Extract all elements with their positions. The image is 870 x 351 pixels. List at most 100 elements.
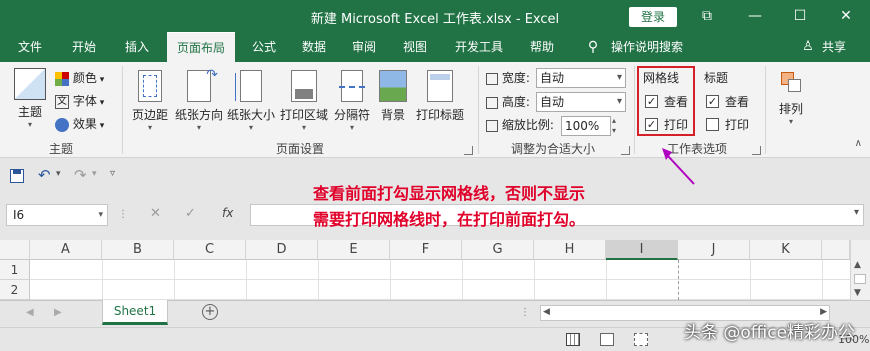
column-header[interactable]: C (174, 240, 246, 260)
sheet-tab[interactable]: Sheet1 (102, 300, 168, 325)
collapse-ribbon-icon[interactable]: ∧ (855, 138, 862, 149)
column-header-selected[interactable]: I (606, 240, 678, 260)
column-header[interactable]: B (102, 240, 174, 260)
tab-formulas[interactable]: 公式 (242, 32, 286, 62)
save-icon[interactable] (10, 169, 24, 183)
scroll-left-icon[interactable]: ◀ (543, 307, 550, 317)
orientation-button[interactable]: ↷ 纸张方向 ▾ (173, 67, 225, 132)
ribbon-display-icon[interactable]: ⧉ (687, 4, 727, 28)
scroll-down-icon[interactable]: ▼ (854, 288, 861, 298)
gridlines-view-checkbox[interactable]: ✓ 查看 (645, 92, 688, 112)
background-button[interactable]: 背景 (375, 70, 411, 123)
column-header[interactable]: H (534, 240, 606, 260)
minimize-icon[interactable]: — (735, 4, 775, 28)
themes-icon (14, 68, 46, 100)
tab-data[interactable]: 数据 (292, 32, 336, 62)
next-sheet-icon[interactable]: ▶ (54, 307, 62, 318)
width-label-row: 宽度: (486, 68, 530, 88)
width-dropdown[interactable]: 自动 ▾ (536, 68, 626, 88)
tab-review[interactable]: 审阅 (342, 32, 386, 62)
tab-insert[interactable]: 插入 (115, 32, 159, 62)
themes-button[interactable]: 主题 ▾ (8, 68, 52, 129)
scale-spinner[interactable]: ▴ ▾ (612, 116, 624, 136)
ribbon-tabs: 文件 开始 插入 页面布局 公式 数据 审阅 视图 开发工具 帮助 ⚲ 操作说明… (0, 32, 870, 62)
scroll-thumb[interactable] (854, 274, 866, 284)
arrange-button[interactable]: 排列 ▾ (774, 70, 808, 126)
gridline (318, 260, 319, 300)
gridline (390, 260, 391, 300)
tab-help[interactable]: 帮助 (520, 32, 564, 62)
row-header[interactable]: 2 (0, 280, 30, 300)
headings-print-checkbox[interactable]: 打印 (706, 115, 749, 135)
chevron-down-icon[interactable]: ▾ (854, 207, 859, 218)
column-header[interactable]: G (462, 240, 534, 260)
height-label: 高度: (501, 95, 530, 109)
spreadsheet-grid[interactable]: A B C D E F G H I J K 1 2 (0, 240, 850, 300)
tab-view[interactable]: 视图 (393, 32, 437, 62)
tab-page-layout[interactable]: 页面布局 (167, 32, 235, 62)
margins-icon (138, 70, 162, 102)
print-titles-button[interactable]: 打印标题 (414, 70, 466, 123)
enter-icon[interactable]: ✓ (185, 206, 196, 221)
scale-launcher-icon[interactable] (621, 146, 630, 155)
redo-icon[interactable]: ↷ (74, 166, 87, 184)
column-header[interactable]: J (678, 240, 750, 260)
breaks-button[interactable]: 分隔符 ▾ (331, 70, 373, 132)
divider (765, 66, 766, 154)
tab-file[interactable]: 文件 (8, 32, 52, 62)
column-header[interactable]: K (750, 240, 822, 260)
vertical-scrollbar[interactable]: ▲ ▼ (850, 240, 870, 300)
scroll-right-icon[interactable]: ▶ (820, 307, 827, 317)
customize-qat-icon[interactable]: ▿ (110, 168, 115, 179)
scroll-up-icon[interactable]: ▲ (854, 260, 861, 270)
sheet-options-launcher-icon[interactable] (752, 146, 761, 155)
cancel-icon[interactable]: ✕ (150, 206, 161, 221)
login-button[interactable]: 登录 (629, 7, 677, 27)
theme-effects-button[interactable]: 效果 ▾ (55, 114, 104, 134)
scale-input[interactable]: 100% (561, 116, 611, 136)
theme-colors-button[interactable]: 颜色 ▾ (55, 68, 104, 88)
height-dropdown[interactable]: 自动 ▾ (536, 92, 626, 112)
tab-developer[interactable]: 开发工具 (448, 32, 510, 62)
more-options-icon[interactable]: ⋮ (520, 307, 530, 318)
watermark: 头条 @office精彩办公 (684, 323, 856, 343)
chevron-down-icon[interactable]: ▾ (92, 169, 97, 179)
share-button[interactable]: 共享 (816, 32, 852, 62)
insert-function-icon[interactable]: fx (222, 206, 233, 220)
chevron-down-icon[interactable]: ▾ (56, 169, 61, 179)
prev-sheet-icon[interactable]: ◀ (26, 307, 34, 318)
theme-fonts-button[interactable]: 文 字体 ▾ (55, 91, 104, 111)
print-area-button[interactable]: 打印区域 ▾ (278, 70, 330, 132)
normal-view-icon[interactable] (566, 333, 580, 346)
row-header[interactable]: 1 (0, 260, 30, 280)
select-all-corner[interactable] (0, 240, 30, 260)
tell-me-search[interactable]: 操作说明搜索 (604, 32, 690, 62)
gridlines-print-checkbox[interactable]: ✓ 打印 (645, 115, 688, 135)
gridline (102, 260, 103, 300)
page-layout-view-icon[interactable] (600, 333, 614, 346)
maximize-icon[interactable]: ☐ (780, 4, 820, 28)
print-titles-label: 打印标题 (415, 108, 464, 122)
page-setup-launcher-icon[interactable] (464, 146, 473, 155)
margins-button[interactable]: 页边距 ▾ (128, 70, 172, 132)
headings-view-checkbox[interactable]: ✓ 查看 (706, 92, 749, 112)
size-button[interactable]: 纸张大小 ▾ (226, 70, 276, 132)
print-titles-icon (427, 70, 453, 102)
close-icon[interactable]: ✕ (826, 4, 866, 28)
add-sheet-icon[interactable]: + (202, 304, 218, 320)
undo-icon[interactable]: ↶ (38, 166, 51, 184)
gridline (246, 260, 247, 300)
tab-home[interactable]: 开始 (62, 32, 106, 62)
column-header[interactable] (822, 240, 850, 260)
column-header[interactable]: E (318, 240, 390, 260)
headings-label: 标题 (704, 71, 729, 85)
name-box[interactable]: I6 ▾ (6, 204, 108, 226)
arrange-icon (779, 70, 803, 94)
column-header[interactable]: F (390, 240, 462, 260)
scale-label-row: 缩放比例: (486, 115, 554, 135)
more-options-icon[interactable]: ⋮ (118, 209, 128, 220)
column-header[interactable]: D (246, 240, 318, 260)
column-header[interactable]: A (30, 240, 102, 260)
scale-value: 100% (565, 119, 600, 133)
page-break-view-icon[interactable] (634, 333, 648, 346)
